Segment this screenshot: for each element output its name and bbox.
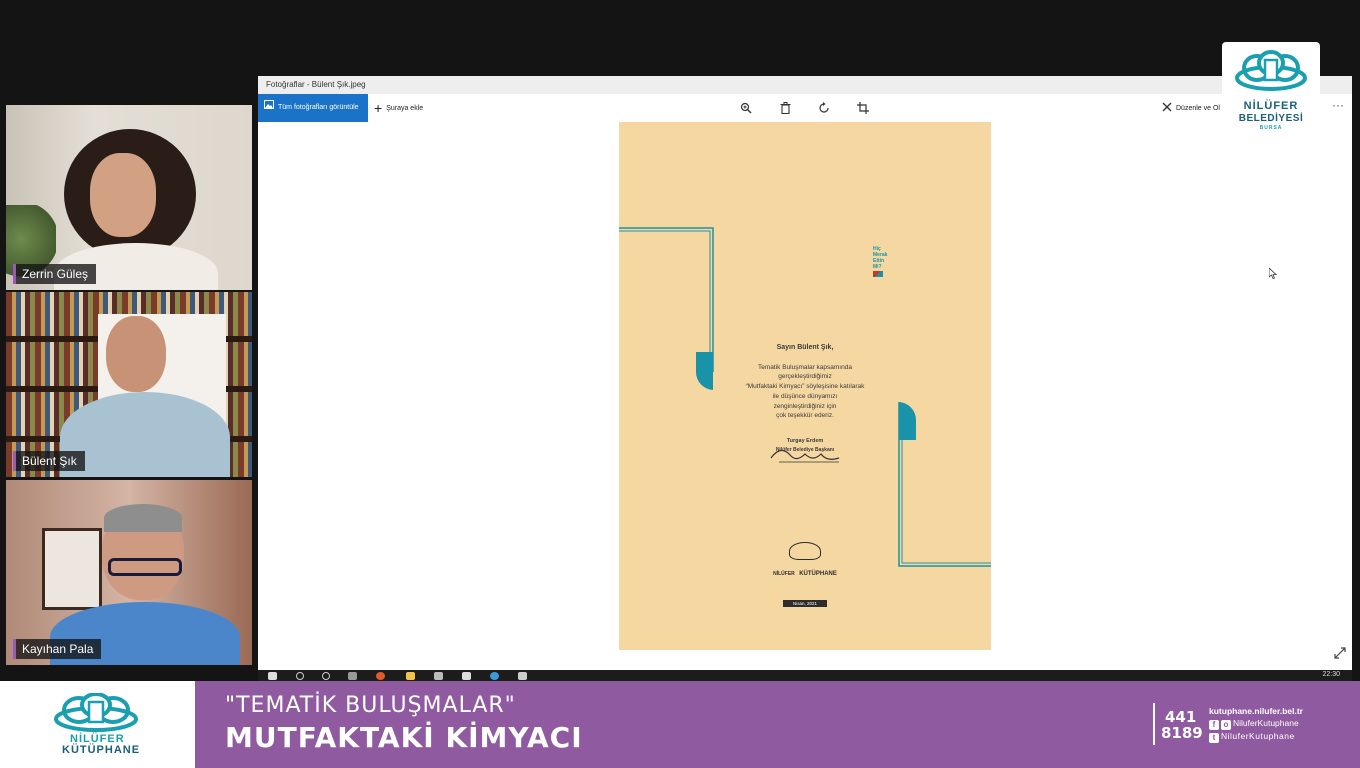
mouse-cursor-icon: [1268, 266, 1278, 284]
social-handle: NiluferKutuphane: [1233, 718, 1299, 728]
participant-tile-kayihan[interactable]: Kayıhan Pala: [6, 480, 252, 665]
badge-block: Hiç Merak Ettin Mi?: [873, 246, 891, 277]
window-title: Fotoğraflar - Bülent Şık.jpeg: [258, 76, 1352, 94]
file-explorer-icon[interactable]: [406, 672, 415, 680]
chrome-icon[interactable]: [376, 672, 385, 680]
edge-icon[interactable]: [490, 672, 499, 680]
edit-icon: [1162, 102, 1172, 114]
face: [90, 153, 156, 237]
logo-line2: BELEDİYESİ: [1238, 113, 1304, 124]
viewer-toolbar: Tüm fotoğrafları görüntüle + Şuraya ekle…: [258, 94, 1352, 122]
zoom-icon[interactable]: [738, 100, 754, 116]
cortana-icon[interactable]: [322, 672, 330, 680]
hair: [104, 504, 182, 532]
lower-third-logo-area: NİLÜFER KÜTÜPHANE: [0, 681, 195, 768]
banner-divider: [1153, 703, 1155, 745]
add-to-button[interactable]: + Şuraya ekle: [374, 94, 423, 122]
phone-line1: 441: [1165, 708, 1197, 726]
store-icon[interactable]: [434, 672, 443, 680]
crop-icon[interactable]: [855, 100, 871, 116]
certificate-body-line: zenginleştirdiğiniz için: [773, 403, 837, 410]
social-handle: NiluferKutuphane: [1221, 731, 1295, 741]
rotate-icon[interactable]: [816, 100, 832, 116]
program-title: MUTFAKTAKİ KİMYACI: [225, 721, 583, 754]
social-row: t NiluferKutuphane: [1209, 730, 1303, 743]
photos-app-icon[interactable]: [518, 672, 527, 680]
logo-line3: BURSA: [1259, 125, 1283, 131]
certificate-body-line: gerçekleştirdiğimiz: [778, 373, 832, 380]
delete-icon[interactable]: [777, 100, 793, 116]
certificate-greeting: Sayın Bülent Şık,: [776, 344, 834, 351]
expand-icon[interactable]: [1334, 646, 1346, 664]
participant-tile-bulent[interactable]: Bülent Şık: [6, 292, 252, 477]
certificate-body-line: çok teşekkür ederiz.: [776, 412, 834, 419]
wall-picture: [42, 528, 102, 610]
certificate-date: Nisan, 2021: [792, 601, 818, 606]
library-logo-block: NİLÜFER KÜTÜPHANE: [769, 542, 841, 580]
logo-line1: NİLÜFER: [1243, 100, 1299, 112]
search-icon[interactable]: [296, 672, 304, 680]
badge-mark-icon: [873, 271, 883, 277]
view-all-photos-button[interactable]: Tüm fotoğrafları görüntüle: [258, 94, 368, 122]
kutuphane-lotus-icon: [54, 693, 138, 732]
participant-name: Bülent Şık: [13, 451, 85, 471]
taskbar-clock: 22:30: [1322, 671, 1340, 678]
certificate-body-line: Tematik Buluşmalar kapsamında: [758, 364, 852, 371]
library-logo-icon: [789, 542, 821, 560]
library-logo-line1: NİLÜFER: [773, 571, 795, 577]
signer-name: Turgay Erdem: [786, 438, 824, 444]
plus-icon: +: [374, 100, 383, 116]
view-all-photos-label: Tüm fotoğrafları görüntüle: [278, 104, 359, 111]
certificate-image: Hiç Merak Ettin Mi? Sayın Bülent Şık, Te…: [619, 122, 991, 650]
windows-start-icon[interactable]: [268, 672, 277, 680]
facebook-icon: f: [1209, 720, 1219, 730]
program-subtitle: "TEMATİK BULUŞMALAR": [225, 693, 516, 718]
add-to-label: Şuraya ekle: [386, 104, 424, 112]
participant-name: Kayıhan Pala: [13, 639, 102, 659]
lower-third-banner: "TEMATİK BULUŞMALAR" MUTFAKTAKİ KİMYACI …: [195, 681, 1360, 768]
website-text: kutuphane.nilufer.bel.tr: [1209, 706, 1303, 716]
edit-and-create-button[interactable]: Düzenle ve Ol: [1162, 94, 1220, 122]
lower-logo-line2: KÜTÜPHANE: [62, 744, 141, 756]
torso: [60, 392, 230, 477]
signer-title: Nilüfer Belediye Başkanı: [775, 447, 835, 453]
instagram-icon: o: [1221, 720, 1231, 730]
badge-line: Mi?: [873, 264, 882, 270]
certificate-body-line: ile düşünce dünyamızı: [772, 393, 838, 400]
edit-and-create-label: Düzenle ve Ol: [1176, 104, 1220, 112]
task-view-icon[interactable]: [348, 672, 357, 680]
certificate-body-line: “Mutfaktaki Kimyacı” söyleşisine katılar…: [745, 383, 865, 390]
library-logo-line2: KÜTÜPHANE: [799, 571, 837, 577]
contact-block: kutuphane.nilufer.bel.tr f o NiluferKutuph…: [1209, 705, 1303, 743]
twitter-icon: t: [1209, 733, 1219, 743]
social-row: f o NiluferKutuphane: [1209, 717, 1303, 730]
mail-icon[interactable]: [462, 672, 471, 680]
lotus-logo-icon: [1235, 50, 1307, 91]
head: [106, 316, 166, 392]
participant-name: Zerrin Güleş: [13, 264, 97, 284]
phone-number: 441 8189: [1161, 709, 1203, 741]
phone-line2: 8189: [1161, 724, 1203, 742]
glasses: [108, 558, 182, 576]
participant-tile-zerrin[interactable]: Zerrin Güleş: [6, 105, 252, 290]
photos-icon: [264, 94, 274, 122]
more-options-button[interactable]: ···: [1332, 98, 1344, 112]
nilufer-belediyesi-logo: NİLÜFER BELEDİYESİ BURSA: [1222, 42, 1320, 138]
